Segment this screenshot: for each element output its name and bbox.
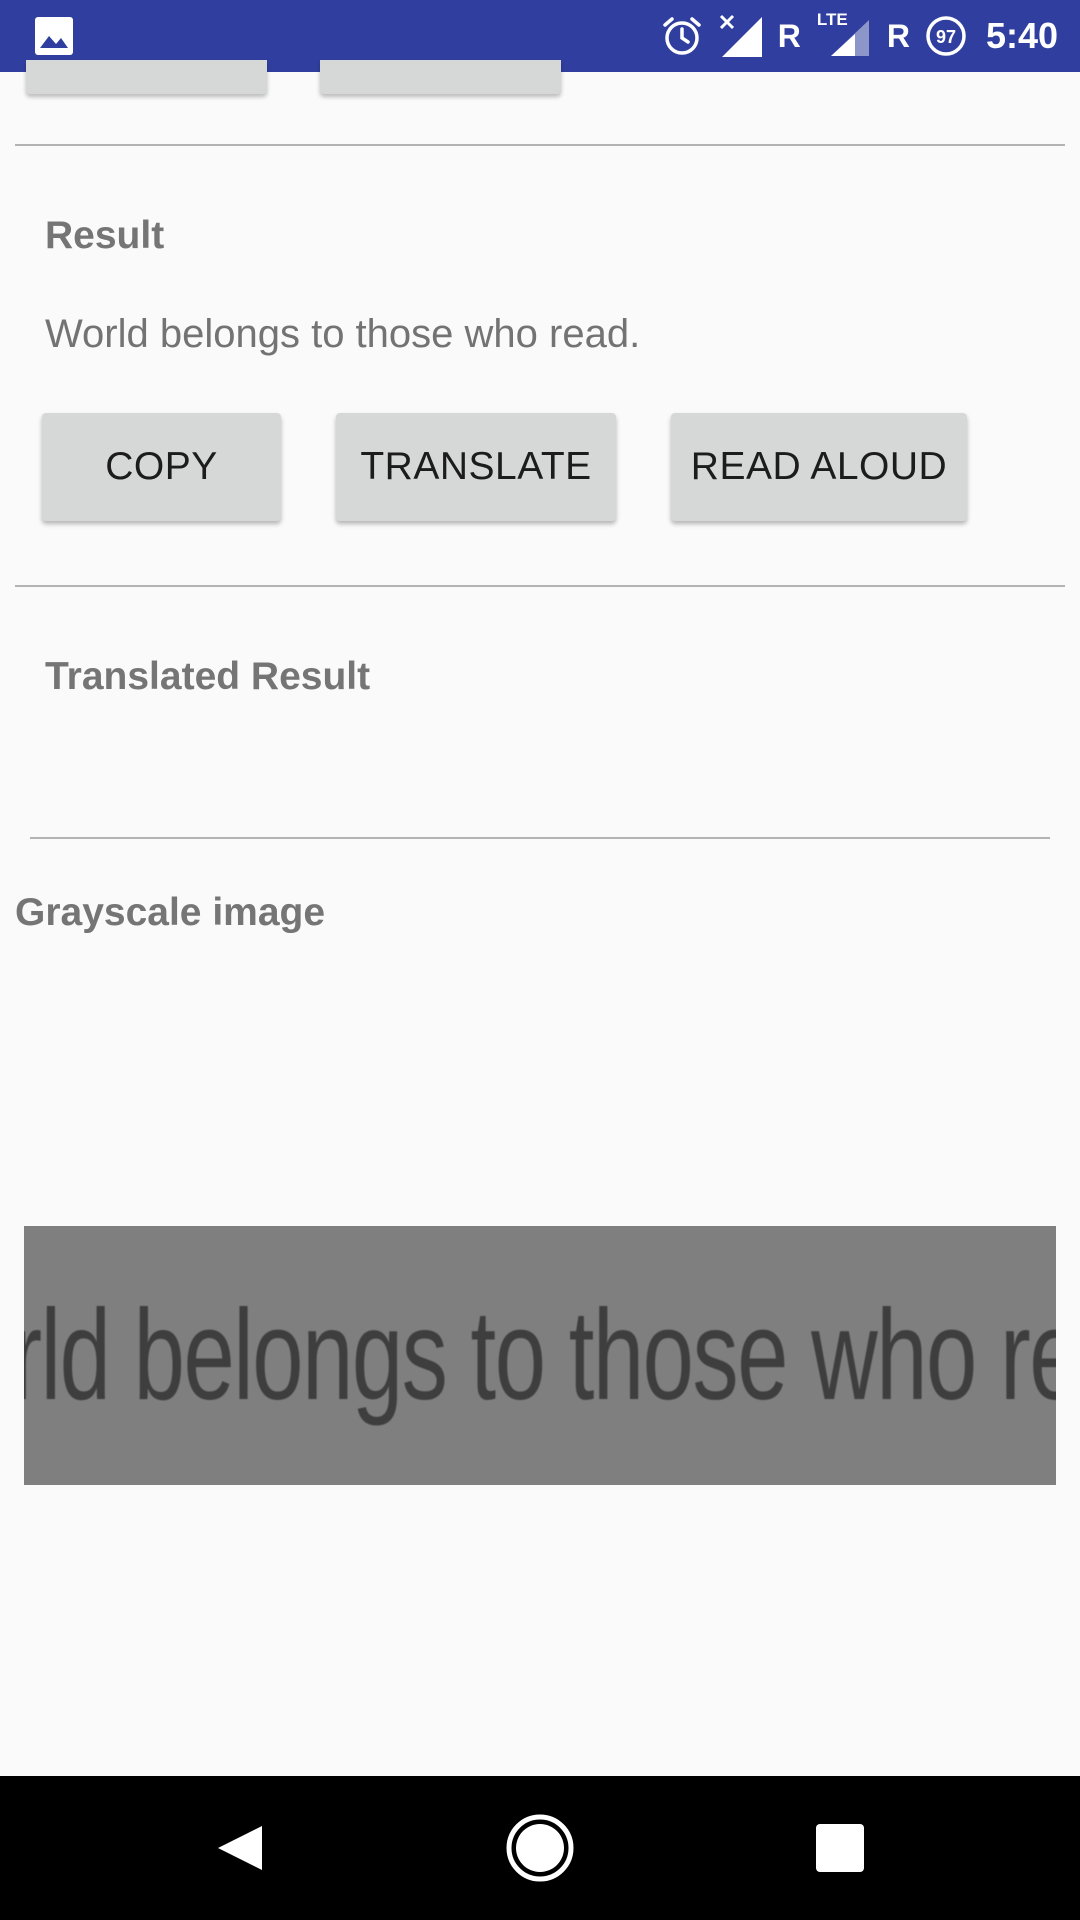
no-signal-icon [719, 14, 762, 57]
partial-button-1[interactable] [26, 60, 267, 94]
home-icon[interactable] [505, 1813, 575, 1883]
image-icon [35, 17, 73, 55]
divider [30, 837, 1050, 839]
read-aloud-button[interactable]: READ ALOUD [671, 413, 967, 521]
back-icon[interactable] [214, 1822, 266, 1874]
divider [15, 585, 1065, 587]
result-heading: Result [45, 214, 165, 257]
divider [15, 144, 1065, 146]
grayscale-image: World belongs to those who read. [24, 1226, 1056, 1485]
roaming-label: R [777, 18, 801, 54]
grayscale-image-text: World belongs to those who read. [24, 1284, 1056, 1427]
partial-button-2[interactable] [320, 60, 561, 94]
translated-result-heading: Translated Result [45, 655, 371, 698]
grayscale-heading: Grayscale image [15, 891, 326, 934]
result-text: World belongs to those who read. [45, 312, 641, 356]
navigation-bar [0, 1776, 1080, 1920]
battery-level: 97 [936, 27, 956, 47]
roaming-label-2: R [886, 18, 910, 54]
clock: 5:40 [985, 15, 1058, 56]
translate-button[interactable]: TRANSLATE [336, 413, 616, 521]
status-icons: R LTE R 97 5:40 [660, 0, 1058, 72]
copy-button[interactable]: COPY [42, 413, 281, 521]
lte-signal-icon: LTE [815, 10, 873, 58]
battery-saver-icon: 97 [926, 16, 966, 56]
recents-icon[interactable] [815, 1823, 865, 1873]
alarm-icon [662, 17, 701, 55]
